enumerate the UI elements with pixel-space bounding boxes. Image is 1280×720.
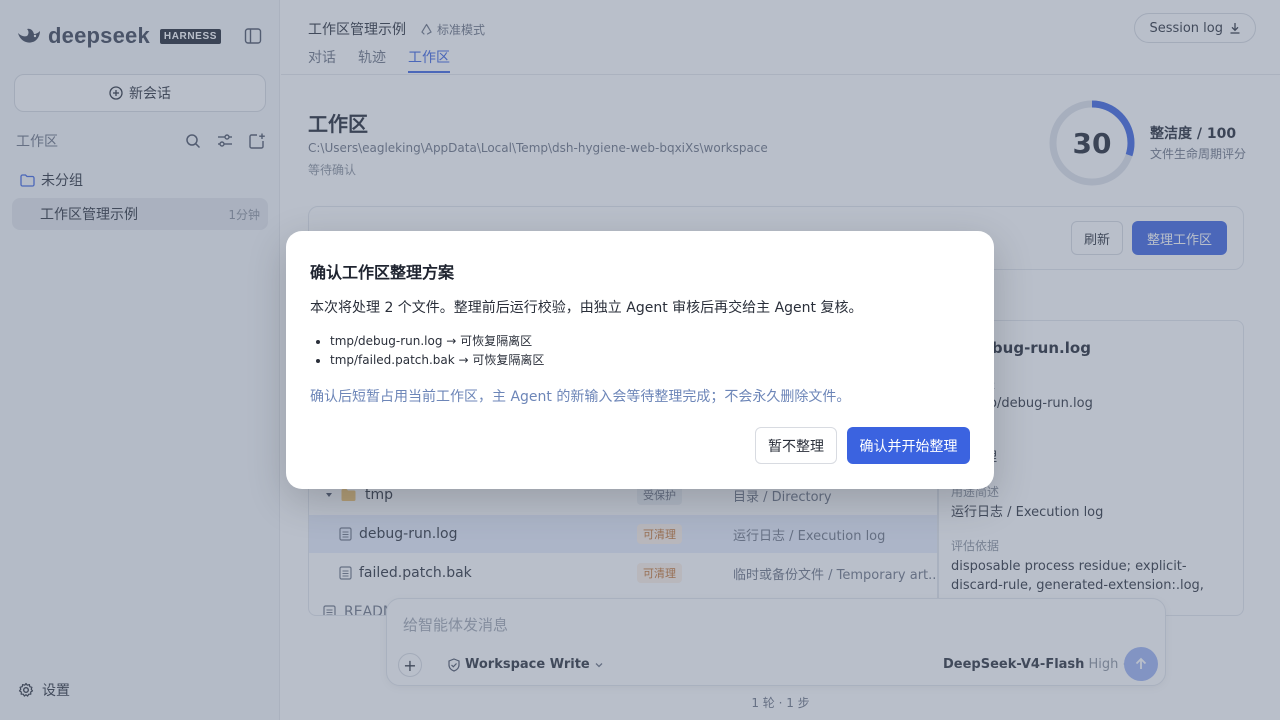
cancel-button[interactable]: 暂不整理: [755, 427, 837, 464]
list-item: tmp/failed.patch.bak → 可恢复隔离区: [316, 351, 544, 370]
dialog-note: 确认后短暂占用当前工作区，主 Agent 的新输入会等待整理完成；不会永久删除文…: [310, 389, 851, 405]
list-item: tmp/debug-run.log → 可恢复隔离区: [316, 332, 544, 351]
dialog-description: 本次将处理 2 个文件。整理前后运行校验，由独立 Agent 审核后再交给主 A…: [310, 300, 863, 316]
confirm-button[interactable]: 确认并开始整理: [847, 427, 970, 464]
dialog-file-list: tmp/debug-run.log → 可恢复隔离区 tmp/failed.pa…: [316, 332, 544, 370]
confirm-dialog: 确认工作区整理方案 本次将处理 2 个文件。整理前后运行校验，由独立 Agent…: [286, 231, 994, 489]
dialog-title: 确认工作区整理方案: [310, 263, 455, 282]
